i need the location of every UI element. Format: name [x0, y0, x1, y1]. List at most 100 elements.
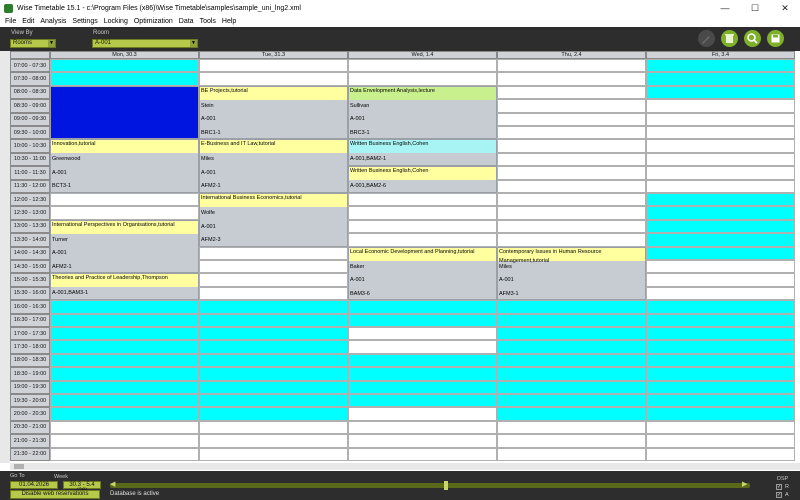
timetable-slot[interactable]	[646, 273, 795, 287]
unavailable-slot[interactable]	[646, 407, 795, 421]
horizontal-scrollbar[interactable]	[10, 463, 800, 470]
scroll-thumb[interactable]	[14, 464, 24, 469]
unavailable-slot[interactable]	[50, 327, 199, 341]
unavailable-slot[interactable]	[50, 340, 199, 354]
timetable-slot[interactable]	[497, 139, 646, 153]
unavailable-slot[interactable]	[646, 59, 795, 73]
week-slider[interactable]	[110, 483, 750, 488]
timetable-slot[interactable]	[646, 260, 795, 274]
menu-settings[interactable]: Settings	[72, 18, 97, 25]
timetable-slot[interactable]	[50, 434, 199, 448]
unavailable-slot[interactable]	[497, 380, 646, 394]
menu-tools[interactable]: Tools	[200, 18, 216, 25]
timetable-slot[interactable]	[199, 246, 348, 260]
unavailable-slot[interactable]	[199, 407, 348, 421]
timetable-slot[interactable]	[50, 447, 199, 461]
lesson-block[interactable]	[50, 85, 199, 140]
unavailable-slot[interactable]	[50, 313, 199, 327]
unavailable-slot[interactable]	[646, 367, 795, 381]
menu-analysis[interactable]: Analysis	[40, 18, 66, 25]
timetable-slot[interactable]	[497, 99, 646, 113]
lesson-block[interactable]: Innovation,tutorial Greenwood A-001 BCT3-1	[50, 139, 199, 193]
unavailable-slot[interactable]	[497, 367, 646, 381]
unavailable-slot[interactable]	[497, 300, 646, 314]
lesson-block[interactable]: Theories and Practice of Leadership,Thom…	[50, 273, 199, 301]
lesson-block[interactable]: International Business Economics,tutoria…	[199, 193, 348, 247]
timetable-slot[interactable]	[348, 420, 497, 435]
timetable-slot[interactable]	[348, 219, 497, 234]
unavailable-slot[interactable]	[646, 394, 795, 408]
timetable-slot[interactable]	[199, 447, 348, 461]
lesson-block[interactable]: International Perspectives in Organisati…	[50, 219, 199, 274]
timetable-slot[interactable]	[497, 420, 646, 435]
lesson-block[interactable]: Contemporary Issues in Human Resource Ma…	[497, 246, 646, 301]
unavailable-slot[interactable]	[199, 353, 348, 368]
unavailable-slot[interactable]	[497, 394, 646, 408]
unavailable-slot[interactable]	[199, 300, 348, 314]
save-icon[interactable]	[767, 30, 784, 47]
timetable-slot[interactable]	[497, 179, 646, 193]
timetable-slot[interactable]	[50, 206, 199, 220]
timetable-slot[interactable]	[199, 434, 348, 448]
menu-data[interactable]: Data	[179, 18, 194, 25]
unavailable-slot[interactable]	[50, 353, 199, 368]
timetable-slot[interactable]	[497, 206, 646, 220]
timetable-slot[interactable]	[497, 85, 646, 100]
timetable-slot[interactable]	[199, 72, 348, 86]
timetable-slot[interactable]	[497, 126, 646, 140]
timetable-slot[interactable]	[646, 152, 795, 167]
timetable-slot[interactable]	[646, 179, 795, 193]
timetable-slot[interactable]	[348, 193, 497, 207]
unavailable-slot[interactable]	[50, 394, 199, 408]
timetable-slot[interactable]	[199, 59, 348, 73]
day-header[interactable]: Tue, 31.3	[199, 51, 348, 59]
timetable-slot[interactable]	[646, 447, 795, 461]
unavailable-slot[interactable]	[199, 394, 348, 408]
room-select[interactable]: A-001 ▼	[92, 39, 198, 48]
timetable-slot[interactable]	[497, 233, 646, 247]
disable-web-reservations-button[interactable]: Disable web reservations	[10, 490, 100, 499]
unavailable-slot[interactable]	[646, 353, 795, 368]
menu-locking[interactable]: Locking	[104, 18, 128, 25]
search-icon[interactable]	[744, 30, 761, 47]
timetable-slot[interactable]	[348, 327, 497, 341]
unavailable-slot[interactable]	[50, 407, 199, 421]
timetable-slot[interactable]	[199, 260, 348, 274]
menu-optimization[interactable]: Optimization	[134, 18, 173, 25]
menu-edit[interactable]: Edit	[22, 18, 34, 25]
week-input[interactable]: 30.3 - 5.4 (28)	[63, 481, 101, 494]
timetable-slot[interactable]	[646, 99, 795, 113]
timetable-slot[interactable]	[646, 139, 795, 153]
unavailable-slot[interactable]	[646, 246, 795, 260]
unavailable-slot[interactable]	[199, 367, 348, 381]
timetable-slot[interactable]	[497, 72, 646, 86]
unavailable-slot[interactable]	[348, 380, 497, 394]
unavailable-slot[interactable]	[199, 340, 348, 354]
timetable-slot[interactable]	[497, 219, 646, 234]
timetable-slot[interactable]	[348, 72, 497, 86]
unavailable-slot[interactable]	[646, 327, 795, 341]
lesson-block[interactable]: Written Business English,Cohen A-001,BAM2…	[348, 139, 497, 167]
timetable-slot[interactable]	[199, 286, 348, 301]
timetable-slot[interactable]	[646, 286, 795, 301]
vertical-scrollbar[interactable]	[0, 51, 10, 463]
timetable-slot[interactable]	[646, 112, 795, 126]
timetable-slot[interactable]	[50, 193, 199, 207]
goto-date-input[interactable]: 01.04.2026	[10, 481, 58, 489]
unavailable-slot[interactable]	[199, 327, 348, 341]
unavailable-slot[interactable]	[348, 367, 497, 381]
week-slider-thumb[interactable]	[444, 481, 448, 490]
slider-right-arrow[interactable]: ▶	[742, 480, 747, 488]
unavailable-slot[interactable]	[646, 72, 795, 86]
timetable-slot[interactable]	[646, 166, 795, 180]
unavailable-slot[interactable]	[646, 85, 795, 100]
unavailable-slot[interactable]	[497, 327, 646, 341]
slider-left-arrow[interactable]: ◀	[110, 480, 115, 488]
unavailable-slot[interactable]	[646, 300, 795, 314]
lesson-block[interactable]: Local Economic Development and Planning,…	[348, 246, 497, 301]
delete-icon[interactable]	[721, 30, 738, 47]
timetable-slot[interactable]	[646, 434, 795, 448]
unavailable-slot[interactable]	[497, 407, 646, 421]
checkbox-a[interactable]: ✓	[776, 492, 782, 498]
unavailable-slot[interactable]	[199, 313, 348, 327]
